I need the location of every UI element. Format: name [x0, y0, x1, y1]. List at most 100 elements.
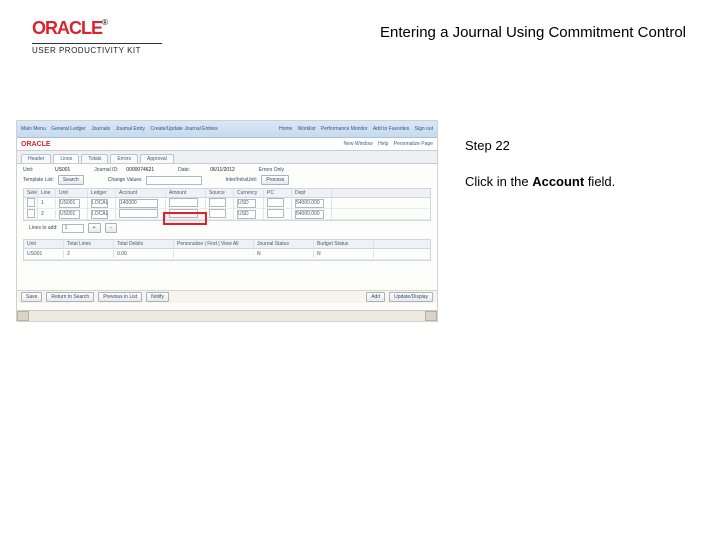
cell-line: 1 [38, 199, 56, 207]
crumb[interactable]: General Ledger [51, 126, 86, 132]
crumb[interactable]: Journals [91, 126, 110, 132]
unit-label: Unit: [23, 167, 51, 173]
brand-row: ORACLE New Window Help Personalize Page [17, 138, 437, 151]
currency-input[interactable]: USD [237, 210, 256, 219]
col-ledger: Ledger [88, 189, 116, 197]
return-button[interactable]: Return to Search [46, 292, 94, 302]
update-button[interactable]: Update/Display [389, 292, 433, 302]
cell-t-budget[interactable]: N [314, 250, 374, 258]
delete-lines-button[interactable]: − [105, 223, 118, 233]
account-input[interactable] [119, 209, 158, 218]
personalize-link[interactable]: Personalize Page [394, 141, 433, 147]
notify-button[interactable]: Notify [146, 292, 169, 302]
row-checkbox[interactable] [27, 198, 35, 207]
scroll-right-icon[interactable] [425, 311, 437, 321]
scroll-left-icon[interactable] [17, 311, 29, 321]
amount-input[interactable] [169, 209, 198, 218]
perfmon-link[interactable]: Performance Monitor [321, 126, 368, 132]
col-account: Account [116, 189, 166, 197]
dept-input[interactable]: 54000.000 [295, 210, 324, 219]
template-list-label: Template List: [23, 177, 54, 183]
previous-button[interactable]: Previous in List [98, 292, 142, 302]
journal-id-label: Journal ID: [94, 167, 122, 173]
lines-to-add-label: Lines to add: [29, 225, 58, 231]
new-window-link[interactable]: New Window [344, 141, 373, 147]
form-area: Unit: US001 Journal ID: 0000074621 Date:… [17, 164, 437, 264]
change-values-label: Change Values [108, 177, 142, 183]
journal-id-value: 0000074621 [126, 167, 154, 173]
search-button[interactable]: Search [58, 175, 84, 185]
logo-subtitle: USER PRODUCTIVITY KIT [32, 46, 162, 55]
tab-approval[interactable]: Approval [140, 154, 174, 163]
row-checkbox[interactable] [27, 209, 35, 218]
amount-input[interactable] [169, 198, 198, 207]
tab-header[interactable]: Header [21, 154, 51, 163]
tab-errors[interactable]: Errors [110, 154, 138, 163]
brand-text: ORACLE [32, 18, 102, 38]
pc-input[interactable] [267, 198, 284, 207]
trademark: ® [102, 18, 107, 27]
save-button[interactable]: Save [21, 292, 42, 302]
source-input[interactable] [209, 198, 226, 207]
source-input[interactable] [209, 209, 226, 218]
cell-t-status[interactable]: N [254, 250, 314, 258]
ledger-input[interactable]: LOCAL [91, 210, 108, 219]
app-header: Main Menu General Ledger Journals Journa… [17, 121, 437, 138]
crumb[interactable]: Create/Update Journal Entries [150, 126, 217, 132]
process-button[interactable]: Process [261, 175, 289, 185]
lines-to-add-input[interactable]: 1 [62, 224, 84, 233]
favorites-link[interactable]: Add to Favorites [373, 126, 409, 132]
date-label: Date: [178, 167, 206, 173]
col-t-status: Journal Status [254, 240, 314, 248]
totals-grid: Unit Total Lines Total Debits Personaliz… [23, 239, 431, 261]
signout-link[interactable]: Sign out [415, 126, 433, 132]
change-values-input[interactable] [146, 176, 202, 185]
tab-totals[interactable]: Totals [81, 154, 108, 163]
instruction-post: field. [584, 174, 615, 189]
horizontal-scrollbar[interactable] [17, 310, 437, 321]
lines-to-add-row: Lines to add: 1 + − [23, 221, 431, 235]
col-currency: Currency [234, 189, 264, 197]
col-line: Line [38, 189, 56, 197]
add-button[interactable]: Add [366, 292, 385, 302]
col-t-budget: Budget Status [314, 240, 374, 248]
home-link[interactable]: Home [279, 126, 292, 132]
crumb[interactable]: Journal Entry [116, 126, 145, 132]
table-row: 2 US001 LOCAL USD 54000.000 [24, 209, 430, 220]
instruction-bold: Account [532, 174, 584, 189]
action-bar: Save Return to Search Previous in List N… [17, 290, 437, 303]
cell-t-debits: 0.00 [114, 250, 174, 258]
header-links: Home Worklist Performance Monitor Add to… [275, 126, 433, 132]
help-link[interactable]: Help [378, 141, 388, 147]
pc-input[interactable] [267, 209, 284, 218]
col-t-lines: Total Lines [64, 240, 114, 248]
breadcrumb: Main Menu General Ledger Journals Journa… [21, 126, 222, 132]
col-dept: Dept [292, 189, 332, 197]
account-input[interactable]: 140000 [119, 199, 158, 208]
unit-input[interactable]: US001 [59, 210, 80, 219]
unit-input[interactable]: US001 [59, 199, 80, 208]
cell-t-unit: US001 [24, 250, 64, 258]
brand-logo-block: ORACLE® USER PRODUCTIVITY KIT [32, 18, 162, 55]
col-unit: Unit [56, 189, 88, 197]
ledger-input[interactable]: LOCAL [91, 199, 108, 208]
cell-t-lines: 2 [64, 250, 114, 258]
tab-lines[interactable]: Lines [53, 154, 79, 163]
cell-line: 2 [38, 210, 56, 218]
add-lines-button[interactable]: + [88, 223, 101, 233]
date-value: 06/11/2012 [210, 167, 235, 173]
doc-title: Entering a Journal Using Commitment Cont… [300, 24, 686, 41]
worklist-link[interactable]: Worklist [298, 126, 316, 132]
currency-input[interactable]: USD [237, 199, 256, 208]
logo-underline [32, 43, 162, 44]
tabs: Header Lines Totals Errors Approval [17, 151, 437, 164]
interunit-label: Inter/IntraUnit: [226, 177, 258, 183]
dept-input[interactable]: 54000.000 [295, 199, 324, 208]
col-t-personalize[interactable]: Personalize | Find | View All [174, 240, 254, 248]
instruction-text: Click in the Account field. [465, 174, 615, 189]
col-t-debits: Total Debits [114, 240, 174, 248]
errors-only-label: Errors Only [259, 167, 287, 173]
crumb[interactable]: Main Menu [21, 126, 46, 132]
oracle-logo: ORACLE® [32, 18, 162, 39]
unit-value: US001 [55, 167, 70, 173]
